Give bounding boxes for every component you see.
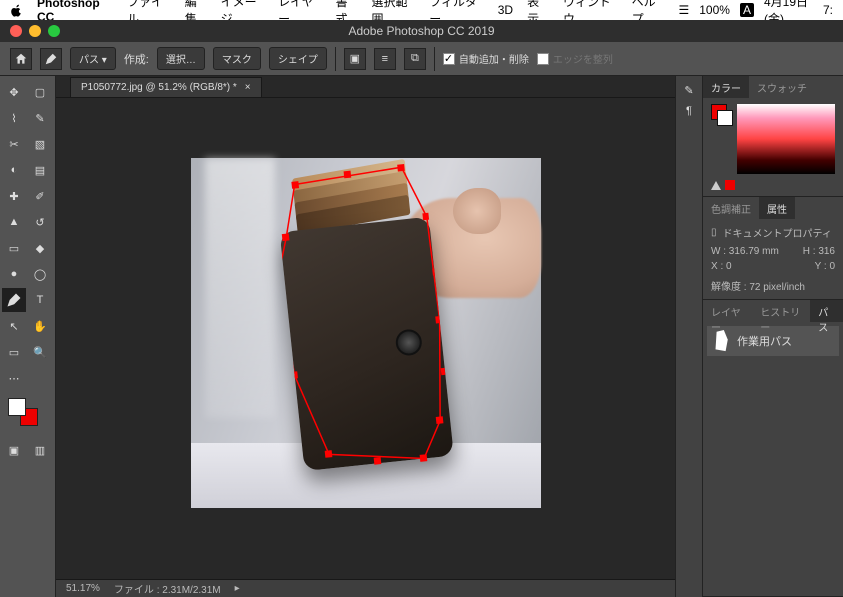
tab-properties[interactable]: 属性 bbox=[759, 197, 795, 219]
prop-resolution: 解像度 : 72 pixel/inch bbox=[711, 278, 835, 293]
close-tab-icon[interactable]: × bbox=[245, 82, 251, 93]
brush-panel-icon[interactable]: ✎ bbox=[684, 84, 693, 97]
document-tab[interactable]: P1050772.jpg @ 51.2% (RGB/8*) * × bbox=[70, 77, 262, 97]
menu-3d[interactable]: 3D bbox=[498, 3, 513, 17]
prop-y: 0 bbox=[829, 261, 835, 272]
tool-brush[interactable]: ✐ bbox=[28, 184, 52, 208]
document-icon: ▯ bbox=[711, 227, 717, 238]
apple-icon[interactable] bbox=[10, 4, 23, 17]
tool-dodge[interactable]: ◯ bbox=[28, 262, 52, 286]
tool-blur[interactable]: ● bbox=[2, 262, 26, 286]
make-mask-button[interactable]: マスク bbox=[213, 47, 261, 70]
status-disclosure-icon[interactable]: ▸ bbox=[235, 583, 240, 594]
pen-tool-preset-icon[interactable] bbox=[40, 48, 62, 70]
tool-frame[interactable]: ▧ bbox=[28, 132, 52, 156]
file-size: ファイル : 2.31M/2.31M bbox=[114, 581, 221, 596]
auto-add-delete-checkbox[interactable]: 自動追加・削除 bbox=[443, 51, 529, 66]
quickmask-icon[interactable]: ▣ bbox=[2, 438, 26, 462]
window-controls bbox=[10, 25, 60, 37]
paragraph-panel-icon[interactable]: ¶ bbox=[686, 105, 692, 117]
close-window-icon[interactable] bbox=[10, 25, 22, 37]
document-tab-label: P1050772.jpg @ 51.2% (RGB/8*) * bbox=[81, 82, 237, 93]
path-item-label: 作業用パス bbox=[737, 333, 792, 349]
wallet-graphic bbox=[273, 161, 454, 475]
make-label: 作成: bbox=[124, 51, 149, 67]
photo-image bbox=[191, 158, 541, 508]
tool-hand[interactable]: ✋ bbox=[28, 314, 52, 338]
zoom-window-icon[interactable] bbox=[48, 25, 60, 37]
tool-lasso[interactable]: ⌇ bbox=[2, 106, 26, 130]
prop-width: 316.79 mm bbox=[729, 246, 779, 257]
tool-quick-select[interactable]: ✎ bbox=[28, 106, 52, 130]
mode-dropdown[interactable]: パス ▾ bbox=[70, 47, 116, 70]
toolbox: ✥▢ ⌇✎ ✂▧ ◐▤ ✚✐ ▲↺ ▭◆ ●◯ T ↖✋ ▭🔍 ⋯ ▣▥ bbox=[0, 76, 56, 597]
color-swatches[interactable] bbox=[2, 398, 53, 430]
tool-path-select[interactable]: ↖ bbox=[2, 314, 26, 338]
document-status-bar: 51.17% ファイル : 2.31M/2.31M ▸ bbox=[56, 579, 675, 597]
tab-layers[interactable]: レイヤー bbox=[703, 300, 752, 322]
current-color-chip[interactable] bbox=[725, 180, 735, 190]
properties-panel: 色調補正 属性 ▯ ドキュメントプロパティ W : 316.79 mm H : … bbox=[703, 197, 843, 300]
tool-marquee[interactable]: ▢ bbox=[28, 80, 52, 104]
tool-pen[interactable] bbox=[2, 288, 26, 312]
tool-history-brush[interactable]: ↺ bbox=[28, 210, 52, 234]
screenmode-icon[interactable]: ▥ bbox=[28, 438, 52, 462]
tool-eraser[interactable]: ▭ bbox=[2, 236, 26, 260]
tab-history[interactable]: ヒストリー bbox=[752, 300, 810, 322]
path-arrange-icon[interactable]: ⧉ bbox=[404, 48, 426, 70]
panel-dock-strip: ✎ ¶ bbox=[675, 76, 703, 597]
wifi-icon[interactable]: ☰ bbox=[678, 3, 689, 17]
tool-zoom[interactable]: 🔍 bbox=[28, 340, 52, 364]
ps-titlebar: Adobe Photoshop CC 2019 bbox=[0, 20, 843, 42]
properties-title: ドキュメントプロパティ bbox=[723, 225, 832, 240]
gamut-warning-icon[interactable] bbox=[711, 181, 721, 190]
home-icon[interactable] bbox=[10, 48, 32, 70]
document-tabs: P1050772.jpg @ 51.2% (RGB/8*) * × bbox=[56, 76, 675, 98]
tool-move[interactable]: ✥ bbox=[2, 80, 26, 104]
align-edges-checkbox[interactable]: エッジを整列 bbox=[537, 51, 613, 66]
tool-heal[interactable]: ✚ bbox=[2, 184, 26, 208]
color-swatch-pair[interactable] bbox=[711, 104, 733, 126]
tool-misc[interactable]: ⋯ bbox=[2, 366, 26, 390]
battery-label: 100% bbox=[699, 3, 730, 17]
path-align-icon[interactable]: ≡ bbox=[374, 48, 396, 70]
ime-indicator[interactable]: A bbox=[740, 3, 754, 17]
make-selection-button[interactable]: 選択… bbox=[157, 47, 205, 70]
minimize-window-icon[interactable] bbox=[29, 25, 41, 37]
paths-panel: レイヤー ヒストリー パス 作業用パス bbox=[703, 300, 843, 597]
options-bar: パス ▾ 作成: 選択… マスク シェイプ ▣ ≡ ⧉ 自動追加・削除 エッジを… bbox=[0, 42, 843, 76]
color-ramp[interactable] bbox=[737, 104, 835, 174]
tab-color[interactable]: カラー bbox=[703, 76, 749, 98]
menu-time: 7: bbox=[823, 3, 833, 17]
make-shape-button[interactable]: シェイプ bbox=[269, 47, 327, 70]
mac-menubar: Photoshop CC ファイル 編集 イメージ レイヤー 書式 選択範囲 フ… bbox=[0, 0, 843, 20]
tool-stamp[interactable]: ▲ bbox=[2, 210, 26, 234]
prop-x: 0 bbox=[726, 261, 732, 272]
zoom-level[interactable]: 51.17% bbox=[66, 583, 100, 594]
tool-eyedropper[interactable]: ◐ bbox=[2, 158, 26, 182]
tool-ruler[interactable]: ▤ bbox=[28, 158, 52, 182]
tool-rectangle[interactable]: ▭ bbox=[2, 340, 26, 364]
app-title: Adobe Photoshop CC 2019 bbox=[348, 24, 494, 38]
path-ops-icon[interactable]: ▣ bbox=[344, 48, 366, 70]
tool-type[interactable]: T bbox=[28, 288, 52, 312]
tab-adjustments[interactable]: 色調補正 bbox=[703, 197, 759, 219]
prop-height: 316 bbox=[818, 246, 835, 257]
foreground-swatch[interactable] bbox=[8, 398, 26, 416]
tab-swatches[interactable]: スウォッチ bbox=[749, 76, 815, 98]
tool-bucket[interactable]: ◆ bbox=[28, 236, 52, 260]
canvas[interactable] bbox=[56, 98, 675, 579]
tab-paths[interactable]: パス bbox=[810, 300, 843, 322]
document-area: P1050772.jpg @ 51.2% (RGB/8*) * × bbox=[56, 76, 675, 597]
color-panel: カラー スウォッチ bbox=[703, 76, 843, 197]
tool-crop[interactable]: ✂ bbox=[2, 132, 26, 156]
panels: カラー スウォッチ 色調補正 属性 ▯ bbox=[703, 76, 843, 597]
